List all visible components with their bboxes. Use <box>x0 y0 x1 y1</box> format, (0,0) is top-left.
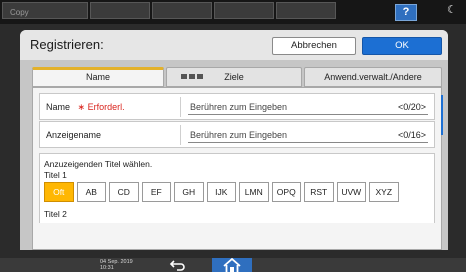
top-segment-app[interactable]: Copy <box>2 2 88 19</box>
required-label: ∗ Erforderl. <box>77 102 125 112</box>
title-selection-box: Anzuzeigenden Titel wählen. Titel 1 Oft … <box>39 153 435 223</box>
bottom-nav-bar: 04 Sep. 2019 10:31 <box>0 257 466 272</box>
top-segment-3[interactable] <box>152 2 212 19</box>
destination-icon <box>181 74 203 79</box>
input-underline <box>188 142 428 143</box>
tab-content-panel: Name ∗ Erforderl. Berühren zum Eingeben … <box>32 87 442 250</box>
name-field-label: Name <box>46 102 71 112</box>
title-key-ef[interactable]: EF <box>141 182 171 202</box>
display-name-input[interactable]: Berühren zum Eingeben <box>190 130 287 140</box>
date-time: 04 Sep. 2019 10:31 <box>100 259 133 271</box>
cancel-button[interactable]: Abbrechen <box>272 37 356 55</box>
top-status-bar: Copy ? ☾ <box>0 0 466 24</box>
back-arrow-icon[interactable] <box>168 258 188 272</box>
name-field-label-group: Name ∗ Erforderl. <box>46 102 125 113</box>
scrollbar[interactable] <box>441 95 443 135</box>
title-key-cd[interactable]: CD <box>109 182 139 202</box>
more-dots-icon: ··· <box>422 140 428 146</box>
title-key-oft[interactable]: Oft <box>44 182 74 202</box>
help-button[interactable]: ? <box>395 4 417 21</box>
display-name-field-row[interactable]: Anzeigename Berühren zum Eingeben <0/16>… <box>39 121 435 148</box>
title-key-lmn[interactable]: LMN <box>239 182 269 202</box>
tab-destinations-label: Ziele <box>224 72 244 82</box>
top-segment-4[interactable] <box>214 2 274 19</box>
top-segment-5[interactable] <box>276 2 336 19</box>
display-name-label: Anzeigename <box>46 130 102 140</box>
ok-button[interactable]: OK <box>362 37 442 55</box>
top-segment-2[interactable] <box>90 2 150 19</box>
home-button[interactable] <box>212 257 252 272</box>
title2-label: Titel 2 <box>44 209 67 219</box>
register-dialog: Registrieren: Abbrechen OK Name Ziele An… <box>20 30 448 250</box>
title-key-ijk[interactable]: IJK <box>206 182 236 202</box>
tab-app-management[interactable]: Anwend.verwalt./Andere <box>304 67 442 87</box>
row-divider <box>180 97 181 117</box>
title-key-uvw[interactable]: UVW <box>336 182 366 202</box>
row-divider <box>180 125 181 145</box>
title-key-rst[interactable]: RST <box>304 182 334 202</box>
dialog-title: Registrieren: <box>30 37 104 52</box>
name-char-counter: <0/20> <box>397 102 426 112</box>
title-key-opq[interactable]: OPQ <box>271 182 301 202</box>
input-underline <box>188 114 428 115</box>
tab-app-management-label: Anwend.verwalt./Andere <box>324 72 422 82</box>
tab-name[interactable]: Name <box>32 67 164 87</box>
tab-destinations[interactable]: Ziele <box>166 67 302 87</box>
crescent-moon-icon[interactable]: ☾ <box>447 3 457 16</box>
dialog-header: Registrieren: Abbrechen OK <box>20 30 448 60</box>
time-text: 10:31 <box>100 265 114 271</box>
title-select-prompt: Anzuzeigenden Titel wählen. <box>44 159 153 169</box>
title1-label: Titel 1 <box>44 170 67 180</box>
app-label: Copy <box>10 8 29 17</box>
home-icon <box>223 257 241 272</box>
name-field-row[interactable]: Name ∗ Erforderl. Berühren zum Eingeben … <box>39 93 435 120</box>
title-key-ab[interactable]: AB <box>76 182 106 202</box>
more-dots-icon: ··· <box>422 112 428 118</box>
display-name-char-counter: <0/16> <box>397 130 426 140</box>
title-index-keys: Oft AB CD EF GH IJK LMN OPQ RST UVW XYZ <box>44 182 399 202</box>
name-input[interactable]: Berühren zum Eingeben <box>190 102 287 112</box>
title-key-gh[interactable]: GH <box>174 182 204 202</box>
tab-name-label: Name <box>85 72 110 82</box>
title-key-xyz[interactable]: XYZ <box>369 182 399 202</box>
